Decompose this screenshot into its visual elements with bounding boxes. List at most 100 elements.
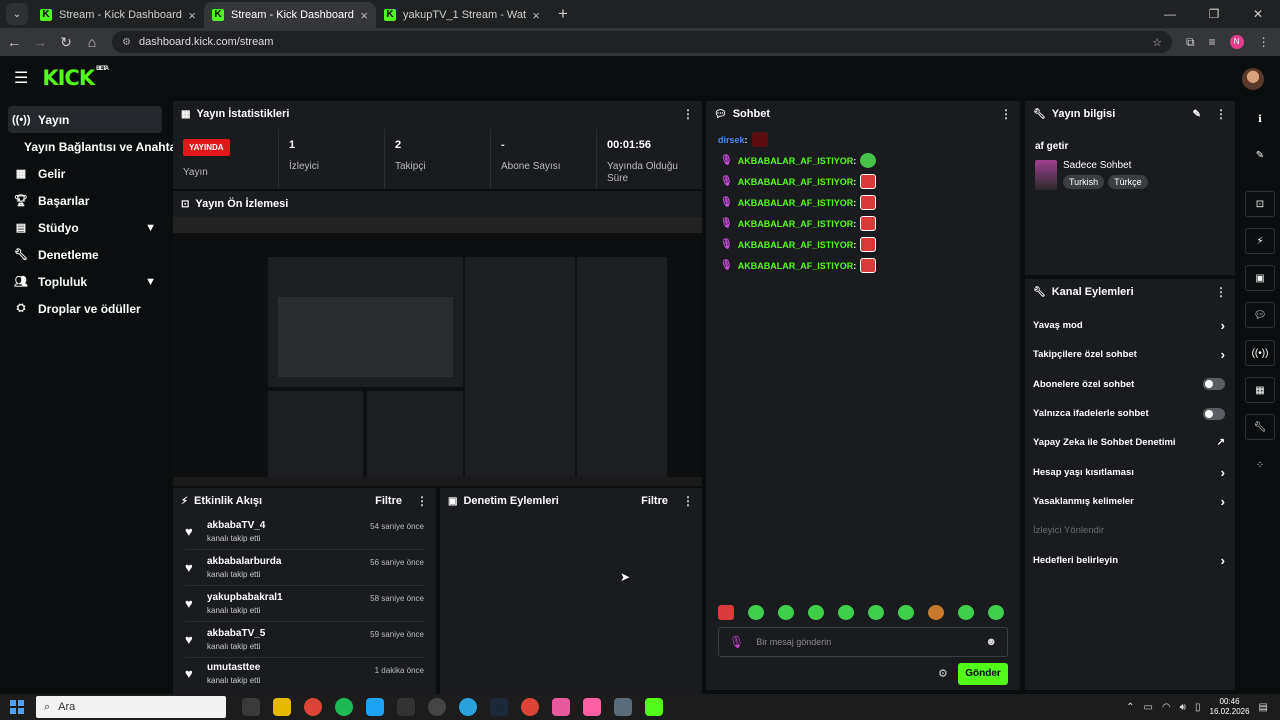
chrome-icon[interactable] bbox=[304, 698, 322, 716]
chat-icon[interactable]: 💬︎ bbox=[1245, 302, 1275, 328]
action-ai-moderation[interactable]: Yapay Zeka ile Sohbet Denetimi ↗ bbox=[1025, 428, 1235, 457]
kebab-menu-icon[interactable]: ⋮ bbox=[1215, 107, 1227, 121]
clock[interactable]: 00:46 16.02.2026 bbox=[1210, 697, 1250, 717]
follower-name[interactable]: yakupbabakral1 bbox=[207, 592, 283, 603]
sidebar-item-yayin[interactable]: ((•)) Yayın bbox=[8, 106, 162, 133]
action-account-age[interactable]: Hesap yaşı kısıtlaması › bbox=[1025, 457, 1235, 486]
sidebar-item-denetleme[interactable]: 🔧︎ Denetleme bbox=[8, 241, 162, 268]
wrench-icon[interactable]: 🔧︎ bbox=[1245, 414, 1275, 440]
wifi-icon[interactable]: ◠ bbox=[1162, 702, 1171, 713]
network-icon[interactable]: ▭ bbox=[1143, 702, 1152, 713]
emote-button[interactable] bbox=[838, 605, 854, 620]
action-banned-words[interactable]: Yasaklanmış kelimeler › bbox=[1025, 487, 1235, 516]
action-followers-only[interactable]: Takipçilere özel sohbet › bbox=[1025, 340, 1235, 369]
file-explorer-icon[interactable] bbox=[273, 698, 291, 716]
chevron-up-icon[interactable]: ⌃ bbox=[1126, 702, 1134, 713]
emote-button[interactable] bbox=[988, 605, 1004, 620]
url-input[interactable]: ⚙ dashboard.kick.com/stream ☆ bbox=[112, 31, 1172, 53]
chat-username[interactable]: AKBABALAR_AF_ISTIYOR bbox=[738, 219, 854, 229]
emoji-picker-icon[interactable]: ☻ bbox=[985, 636, 997, 648]
app-icon[interactable] bbox=[583, 698, 601, 716]
chat-username[interactable]: dirsek bbox=[718, 135, 745, 145]
send-button[interactable]: Gönder bbox=[958, 663, 1008, 685]
emote-button[interactable] bbox=[718, 605, 734, 620]
battery-icon[interactable]: ▯ bbox=[1195, 702, 1201, 713]
emote-button[interactable] bbox=[898, 605, 914, 620]
follower-name[interactable]: umutasttee bbox=[207, 662, 260, 673]
emote-button[interactable] bbox=[868, 605, 884, 620]
lightning-icon[interactable]: ⚡︎ bbox=[1245, 228, 1275, 254]
emotes-only-toggle[interactable] bbox=[1203, 407, 1225, 420]
taskbar-search-input[interactable]: ⌕ Ara bbox=[36, 696, 226, 718]
subscribers-only-toggle[interactable] bbox=[1203, 378, 1225, 391]
browser-tab-2[interactable]: K Stream - Kick Dashboard × bbox=[204, 2, 376, 28]
broadcast-icon[interactable]: ((•)) bbox=[1245, 340, 1275, 366]
obs-icon[interactable] bbox=[428, 698, 446, 716]
back-icon[interactable]: ← bbox=[2, 34, 26, 50]
action-slow-mode[interactable]: Yavaş mod › bbox=[1025, 311, 1235, 340]
kebab-menu-icon[interactable]: ⋮ bbox=[416, 494, 428, 508]
stream-preview-video[interactable] bbox=[173, 217, 702, 485]
moderation-icon[interactable]: ▣ bbox=[1245, 265, 1275, 291]
minimize-button[interactable]: — bbox=[1148, 0, 1192, 28]
sidebar-item-topluluk[interactable]: 👥︎ Topluluk ▼ bbox=[8, 268, 162, 295]
chrome-icon[interactable] bbox=[521, 698, 539, 716]
close-icon[interactable]: × bbox=[188, 8, 196, 23]
window-close-button[interactable]: ✕ bbox=[1236, 0, 1280, 28]
edit-pencil-icon[interactable]: ✎ bbox=[1193, 109, 1201, 120]
volume-icon[interactable]: 🔊︎ bbox=[1180, 702, 1186, 713]
maximize-button[interactable]: ❐ bbox=[1192, 0, 1236, 28]
telegram-icon[interactable] bbox=[459, 698, 477, 716]
chat-input[interactable]: 🎙︎ Bir mesaj gönderin ☻ bbox=[718, 627, 1008, 657]
sidebar-item-droplar[interactable]: ⛭ Droplar ve ödüller bbox=[8, 295, 162, 322]
browser-tab-1[interactable]: K Stream - Kick Dashboard × bbox=[32, 2, 204, 28]
emote-button[interactable] bbox=[748, 605, 764, 620]
user-avatar[interactable] bbox=[1242, 68, 1264, 90]
sidebar-item-gelir[interactable]: ▦ Gelir bbox=[8, 160, 162, 187]
kebab-menu-icon[interactable]: ⋮ bbox=[682, 107, 694, 121]
menu-icon[interactable]: ☰ bbox=[14, 68, 28, 88]
app-icon[interactable] bbox=[552, 698, 570, 716]
add-widget-icon[interactable]: ⁘ bbox=[1245, 452, 1275, 478]
filter-button[interactable]: Filtre bbox=[641, 495, 668, 507]
close-icon[interactable]: × bbox=[360, 8, 368, 23]
forward-icon[interactable]: → bbox=[28, 34, 52, 50]
extensions-icon[interactable]: ⧉ bbox=[1186, 35, 1195, 50]
emote-button[interactable] bbox=[778, 605, 794, 620]
browser-menu-icon[interactable]: ⋮ bbox=[1258, 35, 1270, 49]
notification-icon[interactable]: ▤ bbox=[1259, 702, 1268, 713]
kick-logo[interactable]: KICK BETA bbox=[42, 66, 109, 90]
reload-icon[interactable]: ↻ bbox=[54, 34, 78, 51]
action-set-goals[interactable]: Hedefleri belirleyin › bbox=[1025, 545, 1235, 574]
kebab-menu-icon[interactable]: ⋮ bbox=[1000, 107, 1012, 121]
calculator-icon[interactable] bbox=[614, 698, 632, 716]
follower-name[interactable]: akbabaTV_5 bbox=[207, 628, 265, 639]
bookmark-star-icon[interactable]: ☆ bbox=[1152, 36, 1162, 49]
follower-name[interactable]: akbabaTV_4 bbox=[207, 520, 265, 531]
home-icon[interactable]: ⌂ bbox=[80, 34, 104, 50]
twitter-icon[interactable] bbox=[366, 698, 384, 716]
chat-username[interactable]: AKBABALAR_AF_ISTIYOR bbox=[738, 177, 854, 187]
steam-icon[interactable] bbox=[490, 698, 508, 716]
edit-pencil-icon[interactable]: ✎ bbox=[1245, 142, 1275, 168]
emote-button[interactable] bbox=[928, 605, 944, 620]
follower-name[interactable]: akbabalarburda bbox=[207, 556, 281, 567]
info-icon[interactable]: ℹ bbox=[1245, 106, 1275, 132]
chat-username[interactable]: AKBABALAR_AF_ISTIYOR bbox=[738, 261, 854, 271]
tab-search-button[interactable]: ⌄ bbox=[6, 3, 28, 25]
kebab-menu-icon[interactable]: ⋮ bbox=[1215, 285, 1227, 299]
sidebar-item-basarilar[interactable]: 🏆︎ Başarılar bbox=[8, 187, 162, 214]
kebab-menu-icon[interactable]: ⋮ bbox=[682, 494, 694, 508]
kick-app-icon[interactable] bbox=[645, 698, 663, 716]
spotify-icon[interactable] bbox=[335, 698, 353, 716]
sidebar-item-stream-key[interactable]: Yayın Bağlantısı ve Anahtarı bbox=[0, 133, 184, 160]
preview-toggle-icon[interactable]: ⊡ bbox=[1245, 191, 1275, 217]
new-tab-button[interactable]: + bbox=[558, 4, 568, 24]
windows-start-icon[interactable] bbox=[10, 700, 24, 714]
chat-username[interactable]: AKBABALAR_AF_ISTIYOR bbox=[738, 156, 854, 166]
chat-username[interactable]: AKBABALAR_AF_ISTIYOR bbox=[738, 198, 854, 208]
layout-icon[interactable]: ▦ bbox=[1245, 377, 1275, 403]
browser-tab-3[interactable]: K yakupTV_1 Stream - Watch Live × bbox=[376, 2, 548, 28]
site-info-icon[interactable]: ⚙ bbox=[122, 37, 131, 48]
chat-username[interactable]: AKBABALAR_AF_ISTIYOR bbox=[738, 240, 854, 250]
